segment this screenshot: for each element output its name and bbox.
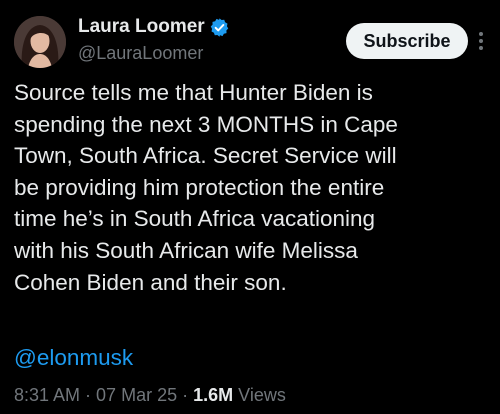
tweet-text-line: Cohen Biden and their son.: [14, 269, 287, 295]
tweet-text: Source tells me that Hunter Biden is spe…: [14, 77, 484, 298]
meta-separator: ·: [85, 385, 92, 405]
avatar[interactable]: [14, 16, 66, 68]
mention-link[interactable]: @elonmusk: [14, 343, 133, 373]
author-names: Laura Loomer @LauraLoomer: [78, 14, 230, 64]
tweet-text-line: be providing him protection the entire: [14, 174, 385, 200]
more-dot: [479, 32, 483, 36]
author-display-name[interactable]: Laura Loomer: [78, 16, 205, 38]
more-dot: [479, 39, 483, 43]
tweet-date[interactable]: 07 Mar 25: [96, 385, 177, 405]
tweet-text-line: spending the next 3 MONTHS in Cape: [14, 111, 398, 137]
views-label: Views: [238, 385, 286, 405]
display-name-row: Laura Loomer: [78, 14, 230, 40]
author-handle[interactable]: @LauraLoomer: [78, 43, 230, 64]
tweet-text-line: time he’s in South Africa vacationing: [14, 206, 376, 232]
tweet-text-line: with his South African wife Melissa: [14, 237, 358, 263]
more-vertical-icon[interactable]: [476, 28, 486, 54]
avatar-image: [14, 16, 66, 68]
tweet-meta: 8:31 AM · 07 Mar 25 · 1.6M Views: [14, 383, 286, 407]
more-dot: [479, 46, 483, 50]
tweet-text-line: Town, South Africa. Secret Service will: [14, 143, 397, 169]
tweet-time[interactable]: 8:31 AM: [14, 385, 80, 405]
tweet-text-line: Source tells me that Hunter Biden is: [14, 80, 373, 105]
views-count: 1.6M: [193, 385, 234, 405]
meta-separator: ·: [182, 385, 189, 405]
subscribe-button[interactable]: Subscribe: [346, 23, 468, 59]
verified-badge-icon[interactable]: [209, 17, 230, 38]
tweet-header: Laura Loomer @LauraLoomer Subscribe: [14, 12, 486, 72]
